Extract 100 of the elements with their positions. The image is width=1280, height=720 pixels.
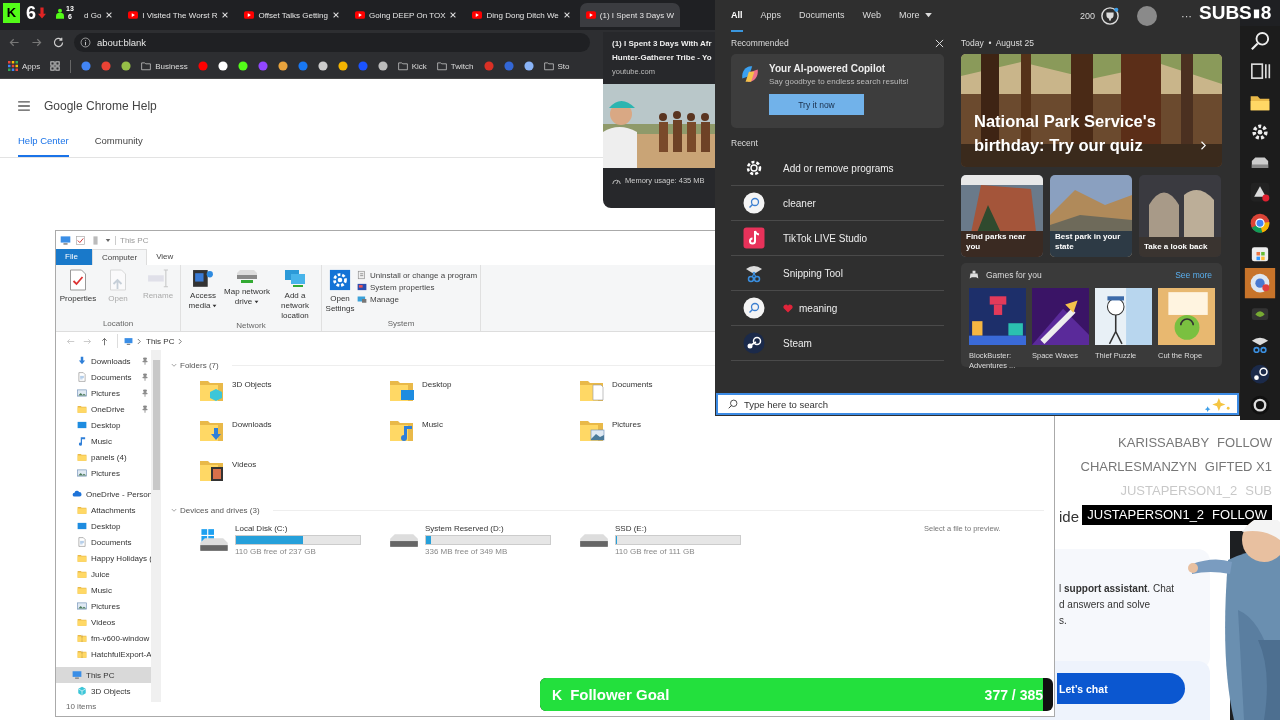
news-card[interactable]: Find parks near you [961,175,1043,257]
reload-icon[interactable] [52,35,65,49]
search-tab[interactable]: Apps [760,0,782,32]
folder-item[interactable]: 3D Objects [199,377,272,417]
nav-item[interactable]: Music [56,433,151,449]
see-more-link[interactable]: See more [1175,270,1212,280]
folder-item[interactable]: Videos [199,457,257,497]
bookmark-folder[interactable]: Business [141,61,188,71]
close-icon[interactable] [221,11,230,19]
site-icon[interactable] [217,61,228,71]
folder-item[interactable]: Pictures [579,417,641,457]
ribbon-button[interactable]: Manage [357,294,478,304]
nav-item[interactable]: Desktop [56,518,151,534]
search-field[interactable]: Type here to search [716,393,1239,415]
menu-icon[interactable] [18,101,30,111]
nav-item[interactable]: Juice [56,566,151,582]
ribbon-tab[interactable]: View [147,249,183,265]
close-icon[interactable] [105,11,114,19]
close-icon[interactable] [935,38,944,48]
browser-tab[interactable]: I Visited The Worst R [122,3,236,27]
nav-item[interactable]: Pictures [56,385,151,401]
site-icon[interactable] [121,61,132,71]
nav-item[interactable]: Documents [56,369,151,385]
nav-item[interactable]: Happy Holidays ( [56,550,151,566]
ribbon-button[interactable]: Add a network location [272,269,318,321]
search-input[interactable]: Type here to search [744,398,1197,410]
bookmark-folder[interactable]: Sto [543,61,570,71]
close-icon[interactable] [449,11,458,19]
chat-button[interactable]: Let’s chat [1057,673,1185,704]
folder-item[interactable]: Downloads [199,417,272,457]
nav-item[interactable]: Documents [56,534,151,550]
drive-item[interactable]: System Reserved (D:) 336 MB free of 349 MB [389,522,579,558]
tab-groups-icon[interactable] [50,61,61,71]
close-icon[interactable] [332,11,340,19]
ribbon-tab[interactable]: Computer [92,249,148,265]
nav-item[interactable]: Pictures [56,465,151,481]
scrollbar[interactable] [151,350,161,702]
recent-item[interactable]: meaning [731,291,944,326]
try-button[interactable]: Try it now [769,94,864,115]
site-icon[interactable] [377,61,388,71]
folder-item[interactable]: Documents [579,377,653,417]
news-card[interactable]: Best park in your state [1050,175,1132,257]
close-icon[interactable] [562,11,571,19]
nav-item[interactable]: OneDrive - Person [56,486,151,502]
bookmark-folder[interactable]: Twitch [436,61,474,71]
up-arrow-icon[interactable] [100,336,109,346]
trophy-icon[interactable] [1101,7,1119,25]
news-card[interactable]: National Park Service's birthday: Try our quiz [961,54,1222,167]
search-tab[interactable]: All [731,0,743,32]
apps-shortcut[interactable]: Apps [8,61,41,71]
checkmark-icon[interactable] [75,234,86,246]
browser-tab[interactable]: Going DEEP On TOX [349,3,464,27]
nav-item[interactable]: Music [56,582,151,598]
ribbon-button[interactable]: Uninstall or change a program [357,270,478,280]
drive-item[interactable]: Local Disk (C:) 110 GB free of 237 GB [199,522,389,558]
site-icon[interactable] [317,61,328,71]
nav-item[interactable]: fm-v600-window [56,630,151,646]
nav-item[interactable]: HatchfulExport-A [56,646,151,662]
recent-item[interactable]: Snipping Tool [731,256,944,291]
address-bar[interactable]: about:blank [74,32,590,52]
more-options-button[interactable]: ··· [1181,10,1192,22]
ribbon-button[interactable]: Open Settings [325,269,355,319]
scrollbar-thumb[interactable] [152,360,160,490]
browser-tab[interactable]: Offset Talks Getting [238,3,346,27]
recent-item[interactable]: Add or remove programs [731,151,944,186]
section-header[interactable]: Devices and drives (3) [180,505,260,515]
site-icon[interactable] [237,61,248,71]
recent-item[interactable]: cleaner [731,186,944,221]
browser-tab[interactable]: (1) I Spent 3 Days W [579,3,681,27]
info-icon[interactable] [80,36,91,48]
ribbon-button[interactable]: Map network drive [224,269,270,321]
folder-item[interactable]: Desktop [389,377,452,417]
drive-item[interactable]: SSD (E:) 110 GB free of 111 GB [579,522,769,558]
nav-item[interactable]: Desktop [56,417,151,433]
site-icon[interactable] [523,61,534,71]
browser-tab[interactable]: d Go [80,3,120,27]
recent-item[interactable]: TikTok LIVE Studio [731,221,944,256]
recent-item[interactable]: Steam [731,326,944,361]
nav-item[interactable]: Videos [56,614,151,630]
browser-tab[interactable]: Ding Dong Ditch We [466,3,577,27]
ribbon-tab[interactable]: File [56,249,92,265]
search-tab[interactable]: More [898,0,933,32]
address-bar[interactable]: This PC [117,334,184,348]
ribbon-button[interactable]: Properties [59,269,97,319]
site-icon[interactable] [277,61,288,71]
news-card[interactable]: Take a look back [1139,175,1221,257]
nav-item[interactable]: OneDrive [56,401,151,417]
search-tab[interactable]: Documents [799,0,845,32]
section-header[interactable]: Folders (7) [180,360,219,370]
ribbon-button[interactable]: Access media [184,269,222,321]
nav-item[interactable]: 3D Objects [56,683,151,699]
help-tab[interactable]: Community [94,135,143,157]
avatar-icon[interactable] [1137,6,1157,26]
search-tab[interactable]: Web [862,0,881,32]
bookmark-folder[interactable]: Kick [397,61,427,71]
nav-item[interactable]: Attachments [56,502,151,518]
site-icon[interactable] [337,61,348,71]
ribbon-button[interactable]: System properties [357,282,478,292]
nav-item[interactable]: panels (4) [56,449,151,465]
nav-item[interactable]: Downloads [56,353,151,369]
